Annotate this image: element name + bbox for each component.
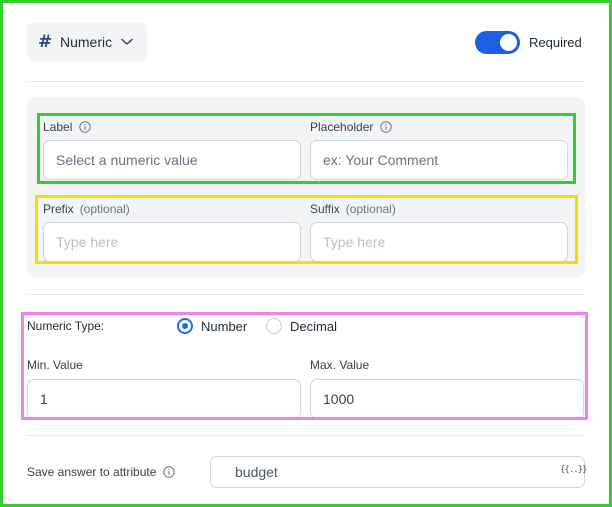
divider xyxy=(27,294,585,295)
attribute-label: Save answer to attribute xyxy=(27,465,176,479)
field-type-dropdown[interactable]: # Numeric xyxy=(27,23,147,61)
divider xyxy=(27,435,585,436)
highlight-outline-green xyxy=(37,113,576,184)
required-toggle[interactable] xyxy=(475,31,520,54)
field-type-label: Numeric xyxy=(60,34,113,50)
attribute-input[interactable] xyxy=(210,456,585,488)
highlight-outline-pink xyxy=(21,312,588,420)
chevron-down-icon xyxy=(121,38,133,46)
required-label: Required xyxy=(529,35,582,50)
divider xyxy=(27,81,585,82)
hash-icon: # xyxy=(38,32,53,52)
toggle-knob xyxy=(500,34,517,51)
highlight-outline-yellow xyxy=(35,195,578,264)
variable-icon[interactable]: {{..}} xyxy=(560,465,587,475)
info-icon[interactable] xyxy=(163,466,176,478)
